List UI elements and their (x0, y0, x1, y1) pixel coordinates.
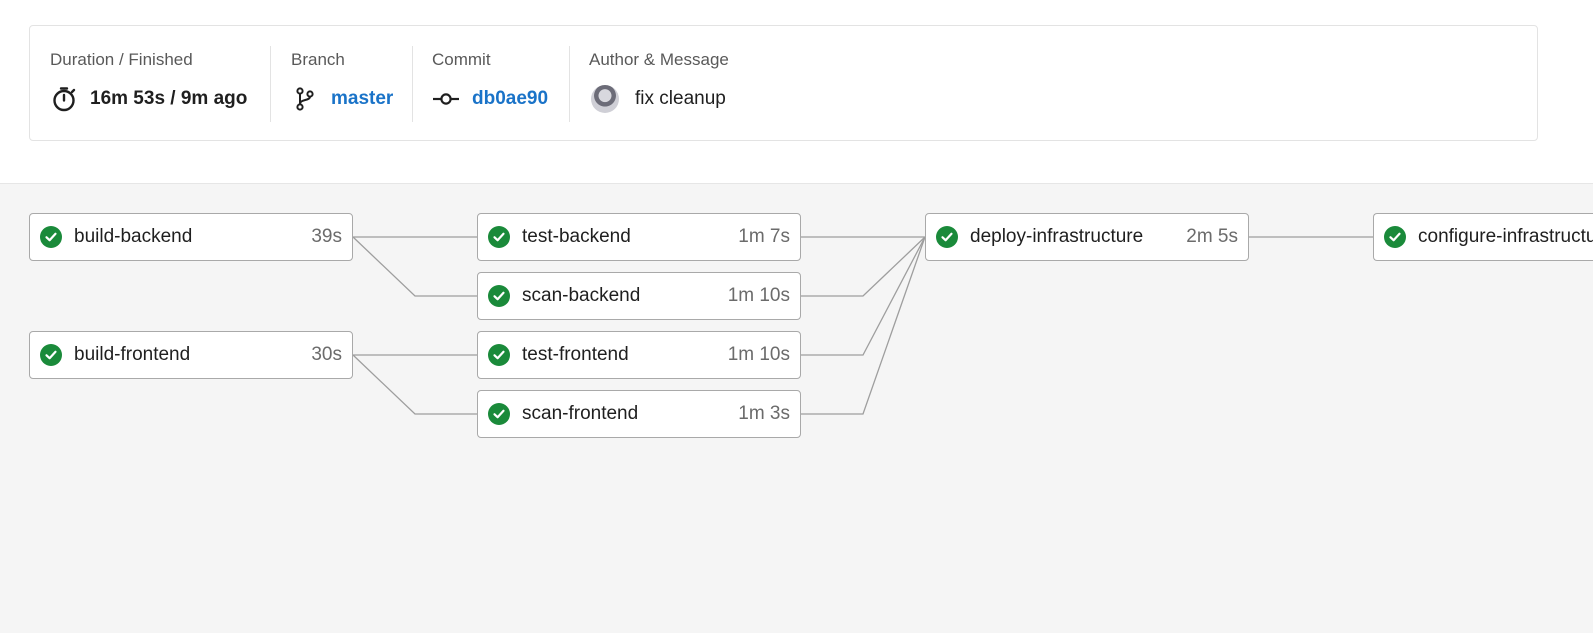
success-status-icon (40, 344, 62, 366)
branch-icon (291, 85, 319, 113)
job-name: scan-frontend (522, 403, 639, 424)
stopwatch-icon (50, 85, 78, 113)
success-status-icon (488, 344, 510, 366)
author-avatar[interactable] (591, 85, 619, 113)
job-build-frontend[interactable]: build-frontend 30s (29, 331, 353, 379)
success-status-icon (936, 226, 958, 248)
job-duration: 1m 10s (727, 285, 790, 306)
job-scan-frontend[interactable]: scan-frontend 1m 3s (477, 390, 801, 438)
job-duration: 1m 10s (727, 344, 790, 365)
job-name: configure-infrastructure (1418, 226, 1593, 247)
author-label: Author & Message (589, 50, 729, 69)
job-test-frontend[interactable]: test-frontend 1m 10s (477, 331, 801, 379)
divider (270, 46, 271, 122)
job-name: deploy-infrastructure (970, 226, 1144, 247)
success-status-icon (40, 226, 62, 248)
pipeline-summary-card: Duration / Finished 16m 53s / 9m ago Bra… (29, 25, 1538, 141)
job-scan-backend[interactable]: scan-backend 1m 10s (477, 272, 801, 320)
success-status-icon (488, 226, 510, 248)
job-duration: 1m 7s (738, 226, 790, 247)
divider (412, 46, 413, 122)
job-name: test-backend (522, 226, 631, 247)
edge-build-frontend-scan-frontend (352, 354, 477, 415)
edge-build-backend-scan-backend (352, 236, 477, 297)
job-duration: 30s (311, 344, 342, 365)
commit-label: Commit (432, 50, 491, 69)
job-test-backend[interactable]: test-backend 1m 7s (477, 213, 801, 261)
edge-scan-backend-deploy (801, 236, 926, 297)
job-duration: 39s (311, 226, 342, 247)
job-duration: 2m 5s (1186, 226, 1238, 247)
job-name: build-backend (74, 226, 193, 247)
pipeline-summary-header: Duration / Finished 16m 53s / 9m ago Bra… (0, 0, 1593, 184)
job-configure-infrastructure[interactable]: configure-infrastructure (1373, 213, 1593, 261)
commit-message: fix cleanup (635, 88, 726, 109)
job-name: test-frontend (522, 344, 629, 365)
commit-link[interactable]: db0ae90 (472, 88, 548, 110)
edge-scan-frontend-deploy (801, 236, 926, 415)
commit-icon (432, 85, 460, 113)
branch-label: Branch (291, 50, 345, 69)
success-status-icon (488, 403, 510, 425)
success-status-icon (488, 285, 510, 307)
job-duration: 1m 3s (738, 403, 790, 424)
duration-label: Duration / Finished (50, 50, 193, 69)
divider (569, 46, 570, 122)
job-deploy-infrastructure[interactable]: deploy-infrastructure 2m 5s (925, 213, 1249, 261)
pipeline-graph: build-backend 39s build-frontend 30s tes… (0, 184, 1593, 633)
branch-link[interactable]: master (331, 88, 393, 110)
success-status-icon (1384, 226, 1406, 248)
job-build-backend[interactable]: build-backend 39s (29, 213, 353, 261)
duration-value: 16m 53s / 9m ago (90, 88, 248, 109)
job-name: build-frontend (74, 344, 191, 365)
job-name: scan-backend (522, 285, 641, 306)
